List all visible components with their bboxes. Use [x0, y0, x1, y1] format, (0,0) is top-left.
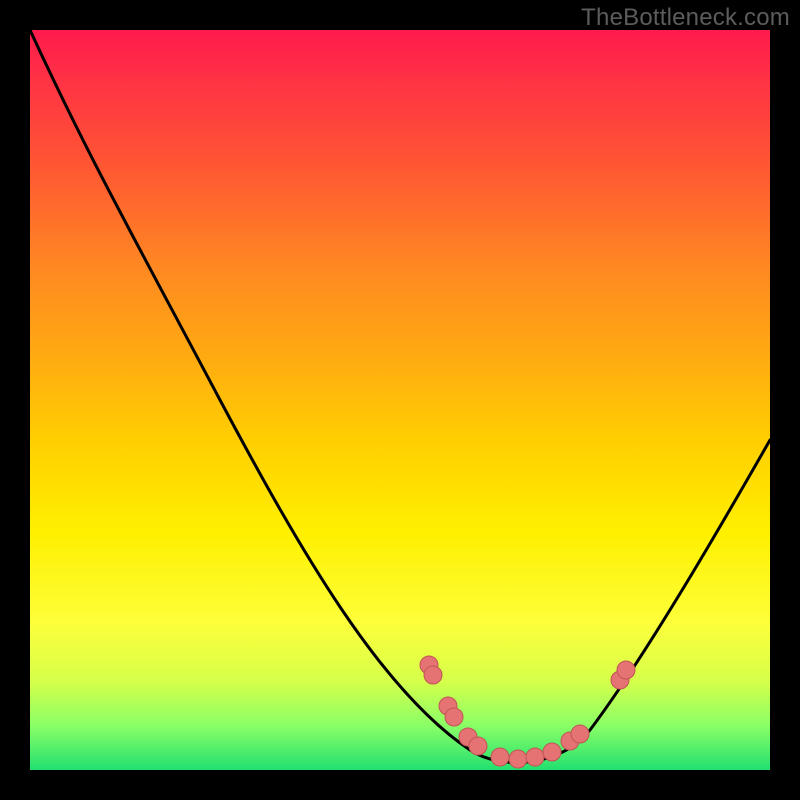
data-dot: [445, 708, 463, 726]
data-dot: [526, 748, 544, 766]
watermark-text: TheBottleneck.com: [581, 4, 790, 32]
data-dot: [491, 748, 509, 766]
chart-gradient-frame: [30, 30, 770, 770]
data-dot: [617, 661, 635, 679]
data-dot: [469, 737, 487, 755]
bottleneck-curve-path: [30, 30, 770, 763]
data-dot: [424, 666, 442, 684]
bottleneck-chart: [30, 30, 770, 770]
data-dot: [543, 743, 561, 761]
data-dot: [571, 725, 589, 743]
data-dot: [509, 750, 527, 768]
